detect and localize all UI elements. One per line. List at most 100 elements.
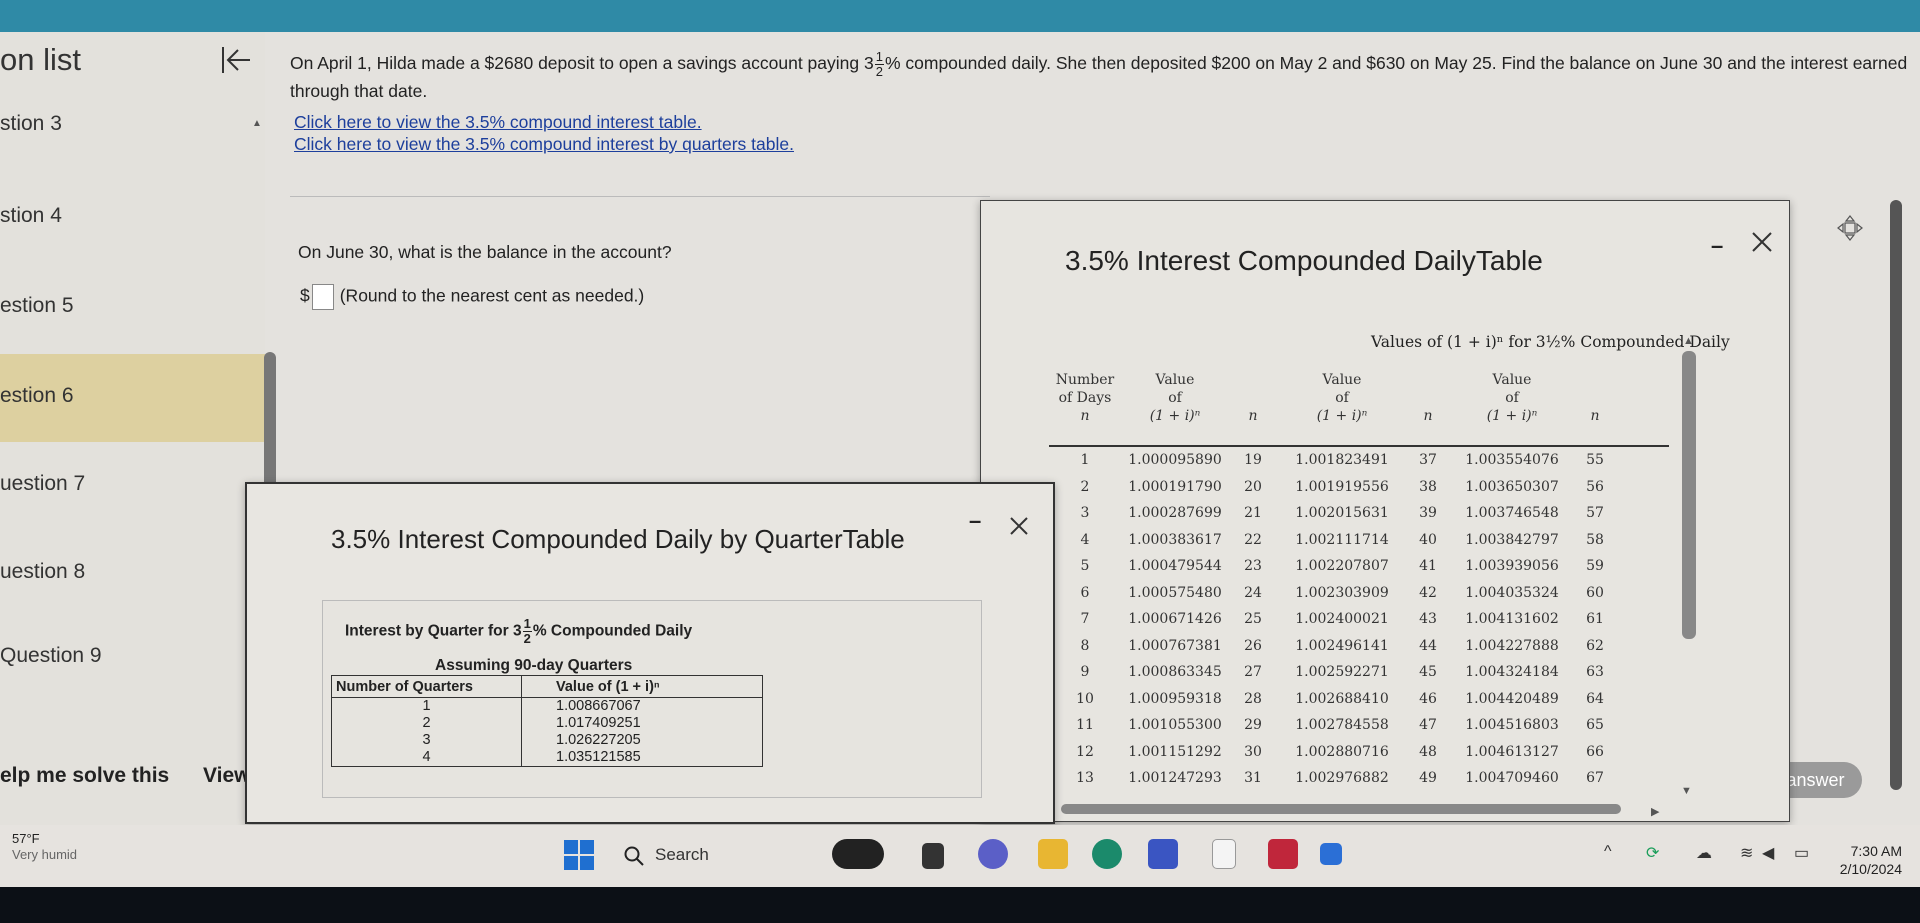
minimize-icon[interactable]: – bbox=[1711, 233, 1723, 259]
sidebar-scroll-up-icon[interactable]: ▲ bbox=[252, 118, 262, 129]
dollar-sign: $ bbox=[300, 285, 310, 306]
column-header-line: (1 + i)ⁿ bbox=[1486, 408, 1538, 424]
value-cell: 1.002784558 bbox=[1295, 717, 1389, 734]
wifi-icon[interactable]: ≋ bbox=[1740, 843, 1753, 863]
weather-temperature[interactable]: 57°F bbox=[12, 831, 40, 846]
table-row: 11 1.001055300 29 1.002784558 47 1.004516803 6… bbox=[1049, 712, 1669, 739]
sidebar-item-question-6[interactable]: estion 6 bbox=[0, 354, 265, 442]
copilot-icon[interactable] bbox=[832, 839, 884, 869]
horizontal-scrollbar[interactable] bbox=[1061, 804, 1621, 814]
dialog-title: 3.5% Interest Compounded DailyTable bbox=[1065, 245, 1543, 276]
store-icon[interactable] bbox=[1148, 839, 1178, 869]
days-cell: 9 bbox=[1080, 664, 1090, 681]
close-icon[interactable] bbox=[1007, 514, 1031, 538]
sidebar-item-label: stion 4 bbox=[0, 204, 62, 227]
close-icon[interactable] bbox=[1749, 229, 1775, 255]
days-cell: 29 bbox=[1244, 717, 1262, 734]
days-cell: 48 bbox=[1419, 743, 1437, 760]
quarter-number: 1 bbox=[331, 697, 522, 715]
notepad-icon[interactable] bbox=[1212, 839, 1236, 869]
help-me-solve-this-button[interactable]: elp me solve this bbox=[0, 764, 169, 788]
table-header: Number of Days n Value of (1 + i)ⁿ n Value of (1 … bbox=[1049, 371, 1669, 447]
weather-description[interactable]: Very humid bbox=[12, 847, 77, 862]
value-cell: 1.001151292 bbox=[1128, 743, 1222, 760]
outlook-icon[interactable] bbox=[1320, 843, 1342, 865]
column-header-line: of Days bbox=[1058, 390, 1112, 406]
table-body: 1 1.000095890 19 1.001823491 37 1.003554076 55… bbox=[1049, 447, 1669, 792]
table-row: 7 1.000671426 25 1.002400021 43 1.004131602 61 bbox=[1049, 606, 1669, 633]
value-cell: 1.001247293 bbox=[1128, 770, 1222, 787]
chat-icon[interactable] bbox=[978, 839, 1008, 869]
sync-icon[interactable]: ⟳ bbox=[1646, 843, 1659, 863]
quarter-table-link[interactable]: Click here to view the 3.5% compound int… bbox=[294, 134, 794, 155]
scroll-down-icon[interactable]: ▼ bbox=[1681, 785, 1692, 797]
value-cell: 1.001823491 bbox=[1295, 452, 1389, 469]
days-cell: 19 bbox=[1244, 452, 1262, 469]
days-cell: 31 bbox=[1244, 770, 1262, 787]
column-header-line bbox=[1407, 389, 1449, 407]
windows-start-icon[interactable] bbox=[563, 839, 595, 871]
sub-question: On June 30, what is the balance in the a… bbox=[298, 242, 672, 262]
days-cell: 57 bbox=[1586, 505, 1604, 522]
daily-table-dialog: 3.5% Interest Compounded DailyTable – Va… bbox=[980, 200, 1790, 822]
column-header: n bbox=[1575, 371, 1615, 439]
table-row: 3 1.026227205 bbox=[331, 732, 763, 749]
days-cell: 10 bbox=[1076, 690, 1094, 707]
days-cell: 6 bbox=[1080, 584, 1090, 601]
scroll-up-icon[interactable]: ▲ bbox=[1683, 335, 1694, 347]
days-cell: 11 bbox=[1076, 717, 1094, 734]
column-header-line: of bbox=[1505, 390, 1519, 406]
page-scrollbar[interactable] bbox=[1890, 200, 1902, 790]
value-cell: 1.003650307 bbox=[1465, 478, 1559, 495]
days-cell: 64 bbox=[1586, 690, 1604, 707]
vertical-scrollbar[interactable] bbox=[1682, 351, 1696, 639]
value-cell: 1.004131602 bbox=[1465, 611, 1559, 628]
column-header: Value of (1 + i)ⁿ bbox=[521, 675, 763, 698]
view-example-button[interactable]: View bbox=[203, 764, 250, 788]
balance-answer-input[interactable] bbox=[311, 284, 334, 310]
quarter-table-dialog: 3.5% Interest Compounded Daily by Quarte… bbox=[245, 482, 1055, 824]
days-cell: 4 bbox=[1080, 531, 1090, 548]
sidebar-item-label: Question 9 bbox=[0, 644, 102, 667]
task-view-icon[interactable] bbox=[922, 843, 944, 869]
column-header-line: of bbox=[1335, 390, 1349, 406]
column-header: Value of (1 + i)ⁿ bbox=[1277, 371, 1407, 439]
clock-date[interactable]: 2/10/2024 bbox=[1822, 861, 1902, 877]
file-explorer-icon[interactable] bbox=[1038, 839, 1068, 869]
column-header-line: n bbox=[1080, 408, 1090, 424]
answer-row: $ (Round to the nearest cent as needed.) bbox=[300, 284, 644, 310]
value-cell: 1.003842797 bbox=[1465, 531, 1559, 548]
table-row: 8 1.000767381 26 1.002496141 44 1.004227888 62 bbox=[1049, 633, 1669, 660]
move-icon[interactable] bbox=[1836, 214, 1864, 242]
quarter-table-panel: Interest by Quarter for 3 1 2% Compounded … bbox=[322, 600, 982, 798]
cloud-icon[interactable]: ☁ bbox=[1696, 843, 1712, 863]
taskbar-search[interactable]: Search bbox=[623, 837, 823, 873]
minimize-icon[interactable]: – bbox=[969, 508, 981, 534]
value-cell: 1.003939056 bbox=[1465, 558, 1559, 575]
days-cell: 46 bbox=[1419, 690, 1437, 707]
days-cell: 60 bbox=[1586, 584, 1604, 601]
table-row: 12 1.001151292 30 1.002880716 48 1.004613127 6… bbox=[1049, 739, 1669, 766]
show-hidden-icons-icon[interactable]: ^ bbox=[1604, 843, 1612, 861]
table-row: 3 1.000287699 21 1.002015631 39 1.003746548 57 bbox=[1049, 500, 1669, 527]
quarter-value: 1.008667067 bbox=[556, 698, 641, 714]
daily-table-link[interactable]: Click here to view the 3.5% compound int… bbox=[294, 112, 702, 133]
scroll-right-icon[interactable]: ▶ bbox=[1651, 805, 1659, 818]
table-row: 5 1.000479544 23 1.002207807 41 1.003939056 59 bbox=[1049, 553, 1669, 580]
days-cell: 40 bbox=[1419, 531, 1437, 548]
value-cell: 1.000671426 bbox=[1128, 611, 1222, 628]
mcafee-icon[interactable] bbox=[1268, 839, 1298, 869]
days-cell: 2 bbox=[1080, 478, 1090, 495]
days-cell: 56 bbox=[1586, 478, 1604, 495]
table-row: 1 1.008667067 bbox=[331, 697, 763, 715]
volume-icon[interactable]: ◀ bbox=[1762, 843, 1774, 863]
clock-time[interactable]: 7:30 AM bbox=[1842, 843, 1902, 859]
value-cell: 1.002015631 bbox=[1295, 505, 1389, 522]
table-header-row: Number of Quarters Value of (1 + i)ⁿ bbox=[331, 675, 763, 698]
fraction-denominator: 2 bbox=[523, 631, 531, 646]
rounding-hint: (Round to the nearest cent as needed.) bbox=[339, 285, 645, 306]
collapse-sidebar-icon[interactable] bbox=[218, 42, 254, 78]
battery-icon[interactable]: ▭ bbox=[1794, 843, 1809, 863]
column-header-line bbox=[1229, 389, 1277, 407]
edge-browser-icon[interactable] bbox=[1092, 839, 1122, 869]
